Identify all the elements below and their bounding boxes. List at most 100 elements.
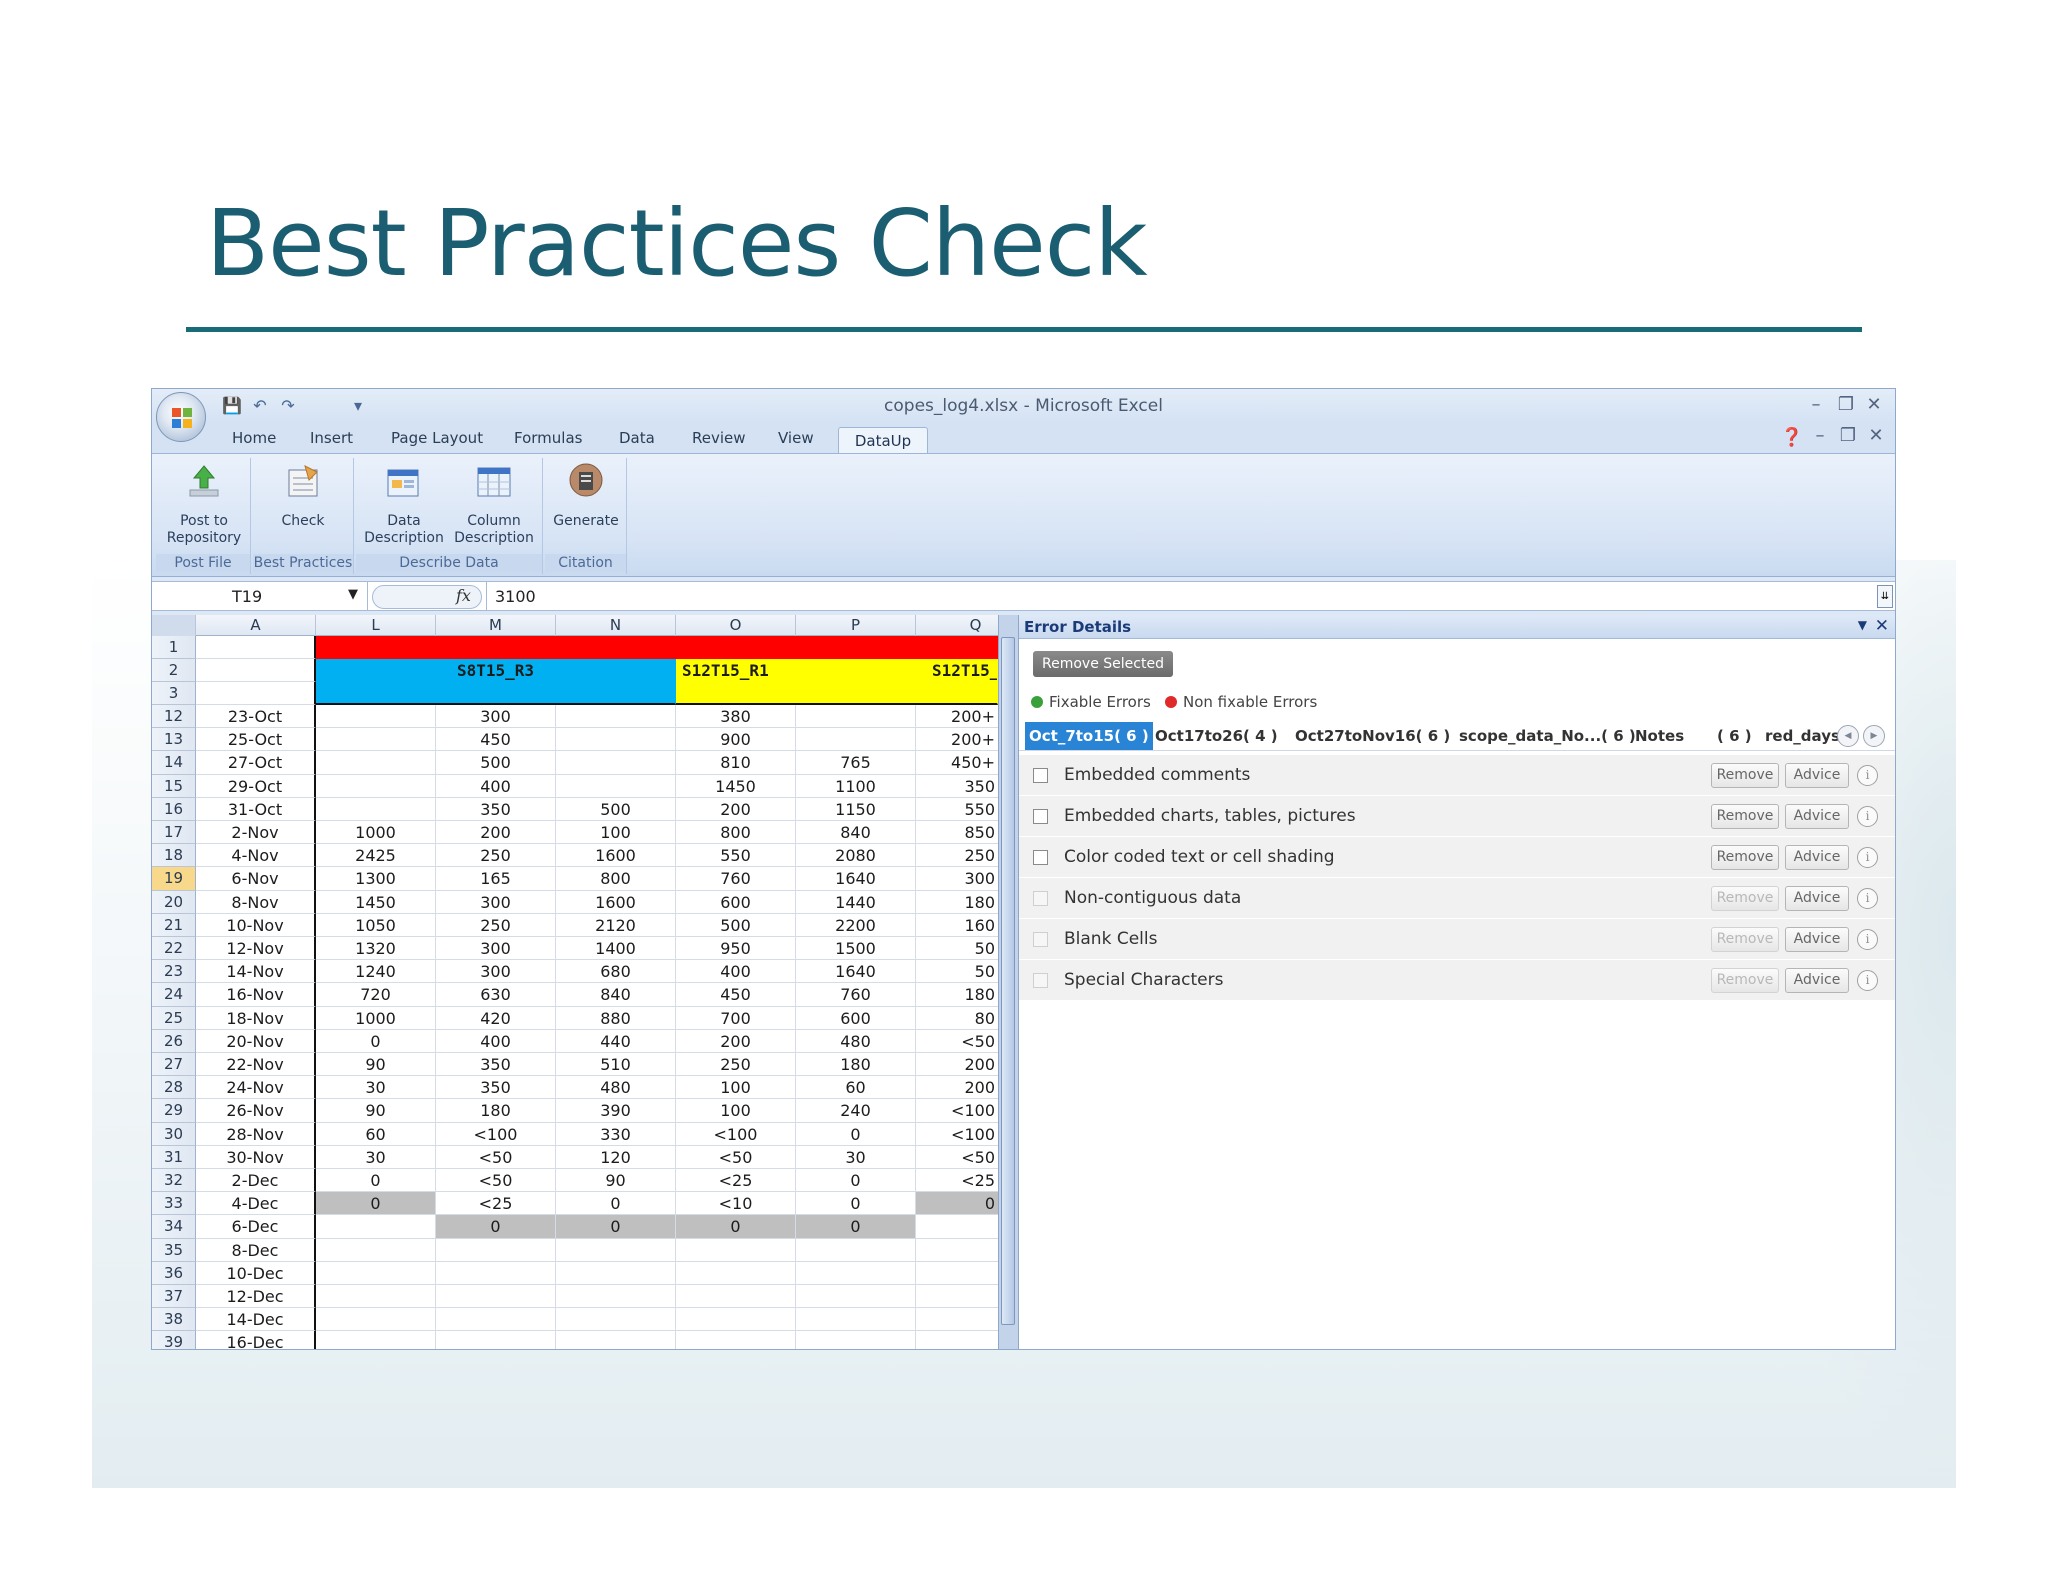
cell[interactable]: 0 (436, 1215, 556, 1239)
site-label-s12t15-truncated[interactable]: S12T15_ (916, 659, 998, 682)
error-checkbox[interactable] (1033, 932, 1048, 947)
cell[interactable] (916, 1308, 998, 1332)
cell[interactable]: 450+ (916, 751, 998, 775)
generate-button[interactable]: Generate (549, 462, 623, 530)
cell[interactable] (796, 728, 916, 752)
cell[interactable]: 450 (436, 728, 556, 752)
cell[interactable]: 8-Dec (196, 1238, 316, 1262)
cell[interactable]: 180 (436, 1099, 556, 1123)
row-header[interactable]: 12 (152, 705, 196, 729)
cell[interactable]: 0 (316, 1169, 436, 1193)
cell[interactable]: 8-Nov (196, 890, 316, 914)
insert-function-icon[interactable]: fx (456, 586, 471, 605)
cell[interactable] (436, 1308, 556, 1332)
cell[interactable]: 1100 (796, 774, 916, 798)
cell[interactable]: 180 (796, 1053, 916, 1077)
cell[interactable]: 60 (796, 1076, 916, 1100)
error-checkbox[interactable] (1033, 891, 1048, 906)
column-header-m[interactable]: M (436, 615, 556, 636)
column-header-l[interactable]: L (316, 615, 436, 636)
red-header-band[interactable] (316, 636, 998, 659)
cell[interactable]: 50 (916, 937, 998, 961)
tab-page-layout[interactable]: Page Layout (391, 429, 483, 447)
cell[interactable]: 800 (676, 821, 796, 845)
vertical-scrollbar[interactable] (998, 615, 1018, 1349)
panel-menu-icon[interactable]: ▼ (1858, 618, 1867, 632)
remove-button[interactable]: Remove (1711, 763, 1779, 788)
cell[interactable]: 350 (916, 775, 998, 798)
cell[interactable]: 300 (436, 705, 556, 729)
remove-button[interactable]: Remove (1711, 845, 1779, 870)
cell[interactable]: 10-Dec (196, 1261, 316, 1285)
cell[interactable]: 1050 (316, 913, 436, 937)
cell[interactable] (556, 774, 676, 798)
cell[interactable]: 2120 (556, 913, 676, 937)
cell[interactable]: 1240 (316, 960, 436, 984)
cell[interactable]: 14-Nov (196, 960, 316, 984)
cell[interactable] (436, 1285, 556, 1309)
sheet-tab-oct17to26[interactable]: Oct17to26( 4 ) (1151, 722, 1282, 750)
error-checkbox[interactable] (1033, 850, 1048, 865)
cell[interactable] (556, 1261, 676, 1285)
cell[interactable]: 720 (316, 983, 436, 1007)
cell[interactable]: 200 (436, 821, 556, 845)
cell[interactable]: 240 (796, 1099, 916, 1123)
cell[interactable]: 480 (556, 1076, 676, 1100)
cell[interactable]: 300 (436, 937, 556, 961)
cell[interactable]: 350 (436, 1076, 556, 1100)
cell[interactable]: 180 (916, 983, 998, 1007)
site-label-s12t15-r1[interactable]: S12T15_R1 (676, 659, 916, 682)
cell[interactable] (556, 728, 676, 752)
column-header-a[interactable]: A (196, 615, 316, 636)
cell[interactable]: 90 (316, 1099, 436, 1123)
cell[interactable]: 760 (676, 867, 796, 891)
tab-data[interactable]: Data (619, 429, 655, 447)
close-icon[interactable]: ✕ (1861, 394, 1887, 415)
cell[interactable]: 1000 (316, 1006, 436, 1030)
cell[interactable]: 1150 (796, 797, 916, 821)
sheet-tab-oct27tonov16[interactable]: Oct27toNov16( 6 ) (1291, 722, 1454, 750)
row-header[interactable]: 13 (152, 728, 196, 752)
tab-insert[interactable]: Insert (310, 429, 353, 447)
sheet-tab-scope-data[interactable]: scope_data_No...( 6 ) (1455, 722, 1640, 750)
column-header-q[interactable]: Q (916, 615, 998, 636)
cell[interactable] (916, 1215, 998, 1239)
info-icon[interactable]: i (1857, 765, 1878, 786)
cell[interactable]: 27-Oct (196, 751, 316, 775)
cell[interactable] (316, 728, 436, 752)
cell[interactable]: 23-Oct (196, 705, 316, 729)
panel-close-icon[interactable]: ✕ (1875, 616, 1889, 636)
info-icon[interactable]: i (1857, 929, 1878, 950)
cell[interactable]: 6-Dec (196, 1215, 316, 1239)
spreadsheet-grid[interactable]: A L M N O P Q 1 2 S8T15_R3 S12T15_R1 S12… (152, 615, 998, 1349)
remove-button[interactable]: Remove (1711, 804, 1779, 829)
cell[interactable]: 2080 (796, 844, 916, 868)
cell[interactable] (556, 1331, 676, 1349)
cell[interactable]: 880 (556, 1006, 676, 1030)
cell[interactable] (916, 1331, 998, 1349)
cell[interactable]: 200 (676, 1029, 796, 1053)
cell[interactable]: 50 (916, 960, 998, 984)
cell[interactable]: 1450 (316, 890, 436, 914)
cell[interactable]: 380 (676, 705, 796, 729)
sheet-tab-red-days[interactable]: red_days (1761, 722, 1844, 750)
cell[interactable]: 0 (796, 1169, 916, 1193)
row-header[interactable]: 31 (152, 1145, 196, 1169)
cell[interactable]: 0 (796, 1122, 916, 1146)
cell[interactable] (676, 1285, 796, 1309)
cell[interactable] (316, 797, 436, 821)
cell[interactable] (676, 1331, 796, 1349)
cell[interactable]: 2-Dec (196, 1169, 316, 1193)
cell[interactable]: 200+ (916, 728, 998, 752)
workbook-close-icon[interactable]: ✕ (1863, 425, 1889, 446)
row-header[interactable]: 24 (152, 983, 196, 1007)
cell[interactable]: 12-Nov (196, 937, 316, 961)
cell[interactable] (796, 1261, 916, 1285)
cell[interactable]: <50 (676, 1145, 796, 1169)
name-box-dropdown-icon[interactable]: ▼ (348, 587, 358, 602)
cell[interactable]: 0 (676, 1215, 796, 1239)
cell[interactable] (316, 774, 436, 798)
cell[interactable]: <50 (436, 1145, 556, 1169)
cell[interactable]: 20-Nov (196, 1029, 316, 1053)
cell[interactable]: 400 (436, 774, 556, 798)
